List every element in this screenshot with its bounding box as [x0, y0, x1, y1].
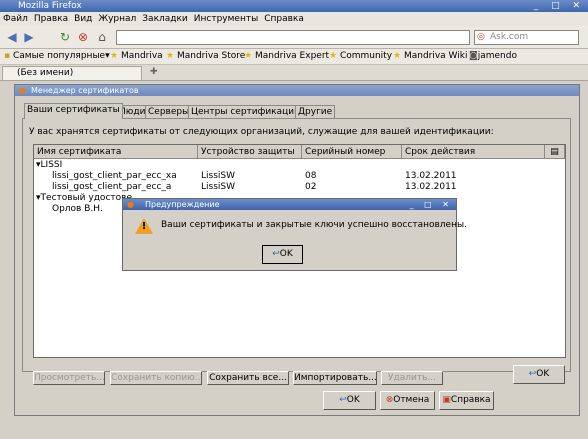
menu-file[interactable]: Файл [0, 12, 31, 26]
menu-bar: Файл Правка Вид Журнал Закладки Инструменты Сп… [0, 12, 588, 26]
tab-others[interactable]: Другие [295, 105, 336, 119]
view-button[interactable]: Просмотреть... [33, 371, 105, 385]
browser-tab[interactable]: (Без имени) [2, 66, 142, 80]
bookmark-label: Mandriva Store [176, 51, 246, 61]
warning-dialog-title: Предупреждение [145, 200, 220, 209]
forward-icon[interactable]: ▶ [22, 30, 36, 44]
warning-dialog: ● Предупреждение _ □ ✕ ! Ваши сертификат… [122, 198, 467, 271]
menu-edit[interactable]: Правка [31, 12, 71, 26]
bookmark-label: Самые популярные [12, 51, 106, 61]
table-row-serial: 02 [305, 182, 317, 192]
bookmark-label: Community [339, 51, 393, 61]
cert-manager-title-bar: ● Менеджер сертификатов [15, 85, 579, 96]
tree-group-row[interactable]: ▾Тестовый удостове [36, 193, 132, 204]
bookmark-mandriva-store[interactable]: ★ Mandriva Store [166, 49, 245, 64]
column-picker-icon[interactable]: ▤ [545, 145, 565, 159]
bookmark-label: Mandriva Expert [254, 51, 330, 61]
table-row-device: LissiSW [201, 182, 236, 192]
bookmark-jamendo[interactable]: ◙jamendo [469, 49, 517, 64]
cert-manager-title: Менеджер сертификатов [31, 86, 139, 95]
bookmark-community[interactable]: ★ Community [329, 49, 392, 64]
help-label: Справка [450, 395, 491, 405]
table-row-name[interactable]: lissi_gost_client_par_ecc_xa [52, 171, 177, 182]
table-row-expiry: 13.02.2011 [405, 182, 457, 192]
bookmark-label: jamendo [477, 51, 517, 61]
window-controls[interactable]: _ □ ✕ [534, 0, 585, 12]
column-header-device[interactable]: Устройство защиты [198, 145, 302, 159]
tab-servers[interactable]: Серверы [145, 105, 193, 119]
ok-label: OK [536, 369, 550, 379]
delete-button[interactable]: Удалить... [381, 371, 443, 385]
menu-tools[interactable]: Инструменты [191, 12, 261, 26]
browser-title-bar: Mozilla Firefox _ □ ✕ [0, 0, 588, 12]
table-row-expiry: 13.02.2011 [405, 171, 457, 181]
bookmark-mandriva-wiki[interactable]: ★ Mandriva Wiki [393, 49, 467, 64]
tree-group-row[interactable]: ▾LISSI [36, 160, 62, 171]
ok-icon: ↩ [339, 395, 347, 405]
star-icon: ★ [393, 51, 402, 61]
new-tab-icon[interactable]: ✚ [150, 65, 158, 80]
reload-icon[interactable]: ↻ [58, 30, 72, 44]
bookmark-mandriva[interactable]: ★ Mandriva [110, 49, 163, 64]
table-row-device: LissiSW [201, 171, 236, 181]
star-icon: ★ [166, 51, 175, 61]
menu-view[interactable]: Вид [71, 12, 95, 26]
group-name: Тестовый удостове [40, 193, 132, 203]
exclamation-icon: ! [141, 221, 147, 232]
menu-bookmarks[interactable]: Закладки [139, 12, 191, 26]
tab-authorities[interactable]: Центры сертификации [188, 105, 303, 119]
menu-history[interactable]: Журнал [95, 12, 139, 26]
star-icon: ★ [329, 51, 338, 61]
url-input[interactable] [116, 30, 470, 45]
bookmarks-toolbar: ▪ Самые популярные▾ ★ Mandriva ★ Mandriv… [0, 49, 588, 65]
backup-all-button[interactable]: Сохранить все... [207, 371, 289, 385]
backup-button[interactable]: Сохранить копию... [110, 371, 203, 385]
navigation-toolbar: ◀ ▶ ↻ ⊗ ⌂ ◎ Ask.com [0, 26, 588, 49]
bookmark-label: Mandriva [120, 51, 163, 61]
bookmark-most-visited[interactable]: ▪ Самые популярные▾ [4, 49, 110, 64]
table-row-serial: 08 [305, 171, 317, 181]
search-engine-icon[interactable]: ◎ [477, 31, 485, 44]
dialog-cancel-button[interactable]: ⊗Отмена [380, 391, 435, 410]
stop-icon[interactable]: ⊗ [76, 30, 90, 44]
group-name: LISSI [40, 160, 63, 170]
tab-label: (Без имени) [17, 68, 74, 78]
browser-title: Mozilla Firefox [18, 1, 82, 11]
bookmark-mandriva-expert[interactable]: ★ Mandriva Expert [244, 49, 329, 64]
search-placeholder: Ask.com [490, 32, 529, 42]
column-header-name[interactable]: Имя сертификата [34, 145, 198, 159]
table-row-name[interactable]: lissi_gost_client_par_ecc_a [52, 182, 171, 193]
cert-manager-ok-button[interactable]: ↩OK [513, 365, 565, 384]
certificates-description: У вас хранятся сертификаты от следующих … [29, 127, 494, 137]
column-header-serial[interactable]: Серийный номер [302, 145, 402, 159]
home-icon[interactable]: ⌂ [95, 30, 109, 44]
back-icon[interactable]: ◀ [5, 30, 19, 44]
bookmark-label: Mandriva Wiki [403, 51, 468, 61]
chevron-down-icon: ▾ [105, 51, 110, 61]
import-button[interactable]: Импортировать... [293, 371, 377, 385]
ok-label: OK [346, 395, 360, 405]
menu-help[interactable]: Справка [261, 12, 307, 26]
firefox-icon: ● [19, 86, 26, 95]
ok-label: OK [279, 249, 293, 259]
warning-ok-button[interactable]: ↩OK [262, 245, 303, 264]
tab-bar: (Без имени) ✚ [0, 65, 588, 81]
warning-message: Ваши сертификаты и закрытые ключи успешн… [161, 220, 467, 230]
window-controls[interactable]: _ □ ✕ [410, 199, 453, 210]
bookmark-folder-icon: ▪ [4, 51, 11, 61]
star-icon: ★ [244, 51, 253, 61]
tab-your-certificates[interactable]: Ваши сертификаты [24, 103, 123, 119]
search-input[interactable]: ◎ Ask.com [474, 30, 579, 45]
cancel-label: Отмена [393, 395, 430, 405]
column-header-expiry[interactable]: Срок действия [402, 145, 545, 159]
star-icon: ★ [110, 51, 119, 61]
dialog-ok-button[interactable]: ↩OK [323, 391, 376, 410]
dialog-help-button[interactable]: ▣Справка [439, 391, 494, 410]
warning-dialog-title-bar: ● Предупреждение _ □ ✕ [123, 199, 456, 210]
ok-icon: ↩ [272, 249, 280, 259]
help-icon: ▣ [442, 395, 451, 405]
jamendo-icon: ◙ [469, 51, 478, 61]
firefox-icon: ● [127, 200, 134, 209]
table-row-name[interactable]: Орлов В.Н. [52, 204, 103, 215]
